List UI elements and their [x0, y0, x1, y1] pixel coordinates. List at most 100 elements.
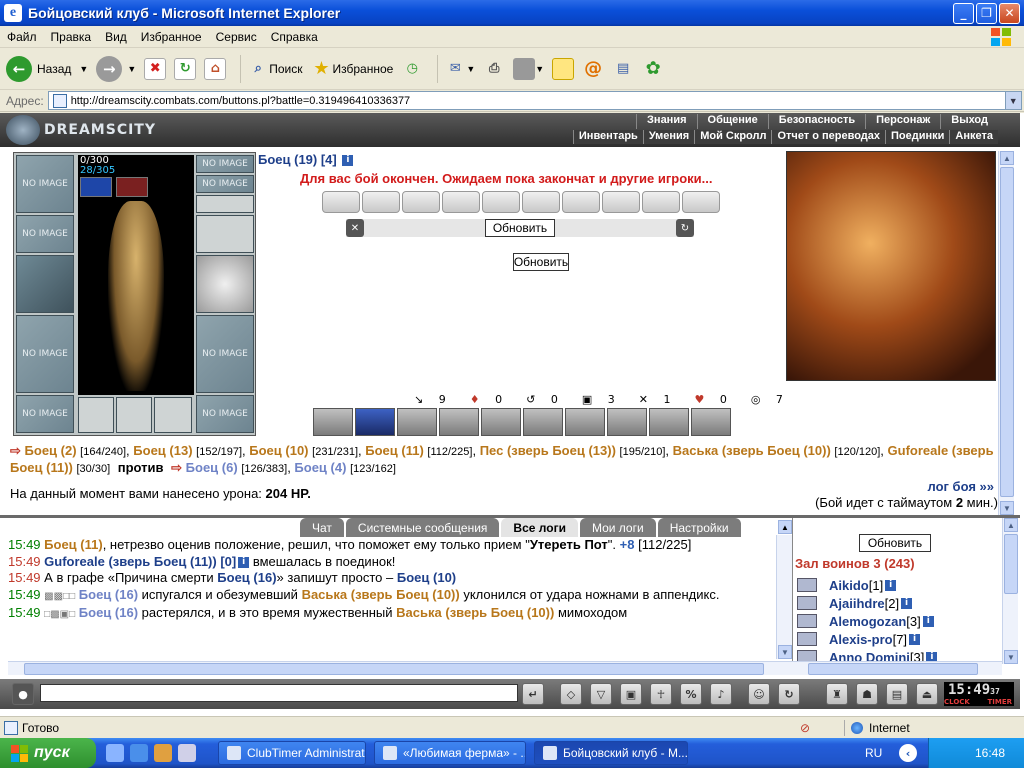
tab-system-messages[interactable]: Системные сообщения [345, 518, 500, 537]
refresh-battle-button[interactable]: Обновить [485, 219, 555, 237]
necklace-slot[interactable]: NO IMAGE [16, 215, 74, 253]
belt-slot[interactable]: NO IMAGE [16, 395, 74, 433]
team1-fighter[interactable]: Васька (зверь Боец (10)) [673, 443, 831, 458]
room-hscrollbar[interactable] [792, 661, 1002, 675]
chat-scrollbar[interactable]: ▼ [776, 535, 792, 659]
room-refresh-button[interactable]: Обновить [859, 534, 931, 552]
translit-icon[interactable]: % [680, 683, 702, 705]
refresh-chat-icon[interactable]: ↻ [778, 683, 800, 705]
back-button[interactable]: ← Назад ▼ [6, 55, 88, 82]
player-item[interactable]: Aikido [1] i [797, 576, 937, 594]
address-dropdown-icon[interactable]: ▼ [1004, 92, 1021, 109]
rune-slot[interactable] [116, 397, 152, 433]
site-logo[interactable]: DREAMSCITY [6, 115, 156, 145]
scroll-down-icon[interactable]: ▼ [1004, 650, 1018, 664]
skill-icon[interactable] [649, 408, 689, 436]
print-button[interactable]: ⎙ [483, 58, 505, 80]
lock-icon[interactable]: ▤ [886, 683, 908, 705]
favorites-button[interactable]: ★ Избранное [311, 58, 393, 80]
smiley-icon[interactable]: ☺ [748, 683, 770, 705]
scroll-slot[interactable] [522, 191, 560, 213]
rune-slot[interactable] [78, 397, 114, 433]
nav-knowledge[interactable]: Знания [636, 114, 696, 129]
team1-fighter[interactable]: Пес (зверь Боец (13)) [480, 443, 616, 458]
icq-button[interactable]: ✿ [642, 58, 664, 80]
shield-slot[interactable] [196, 255, 254, 313]
menu-help[interactable]: Справка [264, 30, 325, 44]
mail-dropdown-icon[interactable]: ▼ [466, 64, 475, 74]
menu-tools[interactable]: Сервис [209, 30, 264, 44]
nav-skills[interactable]: Умения [642, 130, 694, 144]
edit-button[interactable]: ▼ [513, 57, 544, 80]
gloves-slot[interactable] [196, 215, 254, 253]
sound-icon[interactable]: ♪ [710, 683, 732, 705]
fighter-icon[interactable]: ☥ [650, 683, 672, 705]
team1-fighter[interactable]: Боец (13) [133, 443, 192, 458]
menu-view[interactable]: Вид [98, 30, 134, 44]
nav-exit[interactable]: Выход [940, 114, 998, 129]
scroll-up-icon[interactable]: ▲ [1000, 151, 1014, 165]
nav-character[interactable]: Персонаж [865, 114, 940, 129]
tray-clock[interactable]: 16:48 [975, 746, 1005, 760]
team1-fighter[interactable]: Боец (10) [249, 443, 308, 458]
tab-my-logs[interactable]: Мои логи [579, 518, 656, 537]
armor-slot[interactable]: NO IMAGE [16, 315, 74, 393]
quicklaunch-icon[interactable] [154, 744, 172, 762]
boots-slot[interactable]: NO IMAGE [196, 315, 254, 393]
effect-icon[interactable] [116, 177, 148, 197]
skill-icon[interactable] [565, 408, 605, 436]
chat-user-icon[interactable]: ● [12, 683, 34, 705]
refresh-button[interactable]: ↻ [174, 57, 197, 80]
taskbar-item-clubtimer[interactable]: ClubTimer Administrat... [218, 741, 366, 765]
player-item[interactable]: Ajaiihdre [2] i [797, 594, 937, 612]
hscroll-thumb[interactable] [808, 663, 978, 675]
tab-settings[interactable]: Настройки [657, 518, 741, 537]
at-button[interactable]: @ [582, 58, 604, 80]
close-button[interactable]: ✕ [999, 2, 1020, 24]
media-quicklaunch-icon[interactable] [178, 744, 196, 762]
tray-expand-icon[interactable]: ‹ [899, 744, 917, 762]
send-icon[interactable]: ↵ [522, 683, 544, 705]
edit-dropdown-icon[interactable]: ▼ [535, 64, 544, 74]
menu-file[interactable]: Файл [0, 30, 44, 44]
search-button[interactable]: ⌕ Поиск [247, 58, 303, 80]
skill-icon-selected[interactable] [355, 408, 395, 436]
rings-row[interactable] [196, 195, 254, 213]
earring-slot[interactable]: NO IMAGE [196, 155, 254, 173]
taskbar-item-farm[interactable]: «Любимая ферма» - ... [374, 741, 526, 765]
info-icon[interactable]: i [922, 615, 934, 627]
scroll-slot[interactable] [482, 191, 520, 213]
scroll-thumb[interactable] [1004, 534, 1018, 594]
eraser-icon[interactable]: ◇ [560, 683, 582, 705]
player-item[interactable]: Alemogozan [3] i [797, 612, 937, 630]
info-icon[interactable]: i [342, 155, 354, 167]
chat-scroll-up-icon[interactable]: ▲ [778, 520, 792, 534]
info-icon[interactable]: i [901, 597, 913, 609]
nav-my-scroll[interactable]: Мой Скролл [694, 130, 771, 144]
start-button[interactable]: пуск [0, 738, 96, 768]
nav-communication[interactable]: Общение [696, 114, 768, 129]
info-icon[interactable]: i [238, 556, 250, 568]
refresh-button-secondary[interactable]: Обновить [513, 253, 569, 271]
top-frame-scrollbar[interactable]: ▲ ▼ [998, 151, 1014, 515]
chat-hscrollbar[interactable] [8, 661, 792, 675]
scroll-slot[interactable] [602, 191, 640, 213]
info-icon[interactable]: i [909, 633, 921, 645]
nav-transfer-report[interactable]: Отчет о переводах [771, 130, 885, 144]
skill-icon[interactable] [439, 408, 479, 436]
nav-battles[interactable]: Поединки [885, 130, 949, 144]
menu-edit[interactable]: Правка [44, 30, 99, 44]
scroll-slot[interactable] [642, 191, 680, 213]
address-input[interactable]: http://dreamscity.combats.com/buttons.pl… [47, 91, 1022, 110]
language-indicator[interactable]: RU [865, 746, 882, 760]
nav-security[interactable]: Безопасность [767, 114, 865, 129]
group-icon[interactable]: ☗ [856, 683, 878, 705]
home-button[interactable]: ⌂ [204, 57, 227, 80]
scroll-slot[interactable] [362, 191, 400, 213]
bag-icon[interactable]: ♜ [826, 683, 848, 705]
scroll-slot[interactable] [442, 191, 480, 213]
team2-fighter[interactable]: Боец (4) [294, 460, 346, 475]
scroll-down-icon[interactable]: ▼ [1000, 501, 1014, 515]
helmet-slot[interactable]: NO IMAGE [16, 155, 74, 213]
skill-icon[interactable] [313, 408, 353, 436]
